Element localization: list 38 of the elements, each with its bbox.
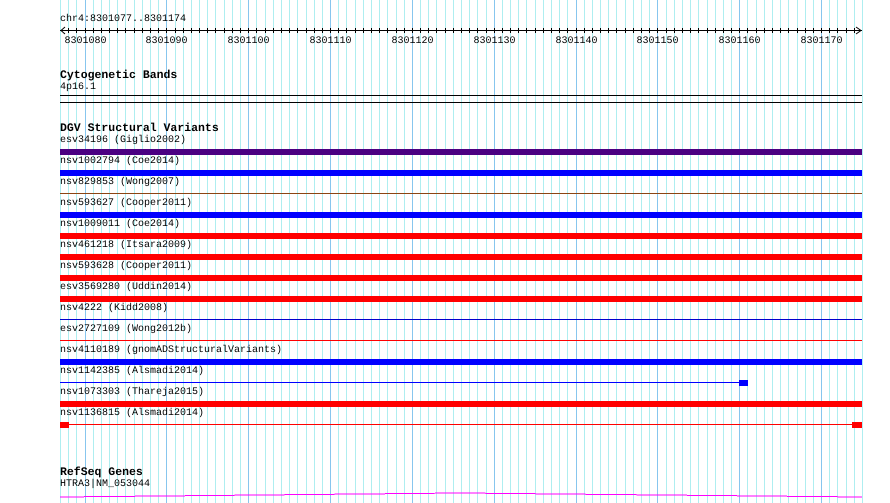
position-label: 8301130 — [474, 36, 516, 48]
feature-label[interactable]: nsv593628 (Cooper2011) — [60, 261, 192, 273]
feature-label[interactable]: esv2727109 (Wong2012b) — [60, 324, 192, 336]
variant-bar[interactable] — [60, 148, 862, 154]
feature-label[interactable]: nsv1136815 (Alsmadi2014) — [60, 408, 204, 420]
position-label: 8301080 — [64, 36, 106, 48]
track-title: DGV Structural Variants — [60, 123, 219, 135]
position-label: 8301160 — [718, 36, 760, 48]
position-label: 8301150 — [636, 36, 678, 48]
position-label: 8301090 — [146, 36, 188, 48]
feature-label[interactable]: HTRA3|NM_053044 — [60, 479, 150, 491]
band-bar[interactable] — [60, 95, 862, 103]
position-label: 8301100 — [228, 36, 270, 48]
variant-bar[interactable] — [60, 358, 862, 364]
position-label: 8301110 — [310, 36, 352, 48]
gene-intron-line[interactable] — [60, 492, 862, 498]
variant-line[interactable] — [60, 422, 862, 428]
position-label: 8301170 — [800, 36, 842, 48]
track-title: RefSeq Genes — [60, 467, 143, 479]
variant-line[interactable] — [60, 380, 748, 386]
feature-label[interactable]: nsv1002794 (Coe2014) — [60, 156, 180, 168]
feature-label[interactable]: nsv1073303 (Thareja2015) — [60, 387, 204, 399]
feature-label[interactable]: nsv4222 (Kidd2008) — [60, 303, 168, 315]
feature-label[interactable]: 4p16.1 — [60, 82, 96, 94]
position-label: 8301140 — [556, 36, 598, 48]
feature-label[interactable]: nsv593627 (Cooper2011) — [60, 198, 192, 210]
track-title: Cytogenetic Bands — [60, 70, 178, 82]
feature-label[interactable]: nsv1009011 (Coe2014) — [60, 219, 180, 231]
feature-label[interactable]: esv3569280 (Uddin2014) — [60, 282, 192, 294]
variant-bar[interactable] — [60, 170, 862, 176]
feature-label[interactable]: nsv461218 (Itsara2009) — [60, 240, 192, 252]
feature-label[interactable]: nsv4110189 (gnomADStructuralVariants) — [60, 345, 282, 357]
feature-label[interactable]: nsv1142385 (Alsmadi2014) — [60, 366, 204, 378]
variant-bar[interactable] — [60, 212, 862, 218]
feature-label[interactable]: esv34196 (Giglio2002) — [60, 135, 186, 147]
location-label: chr4:8301077..8301174 — [60, 14, 186, 26]
position-label: 8301120 — [392, 36, 434, 48]
feature-label[interactable]: nsv829853 (Wong2007) — [60, 177, 180, 189]
